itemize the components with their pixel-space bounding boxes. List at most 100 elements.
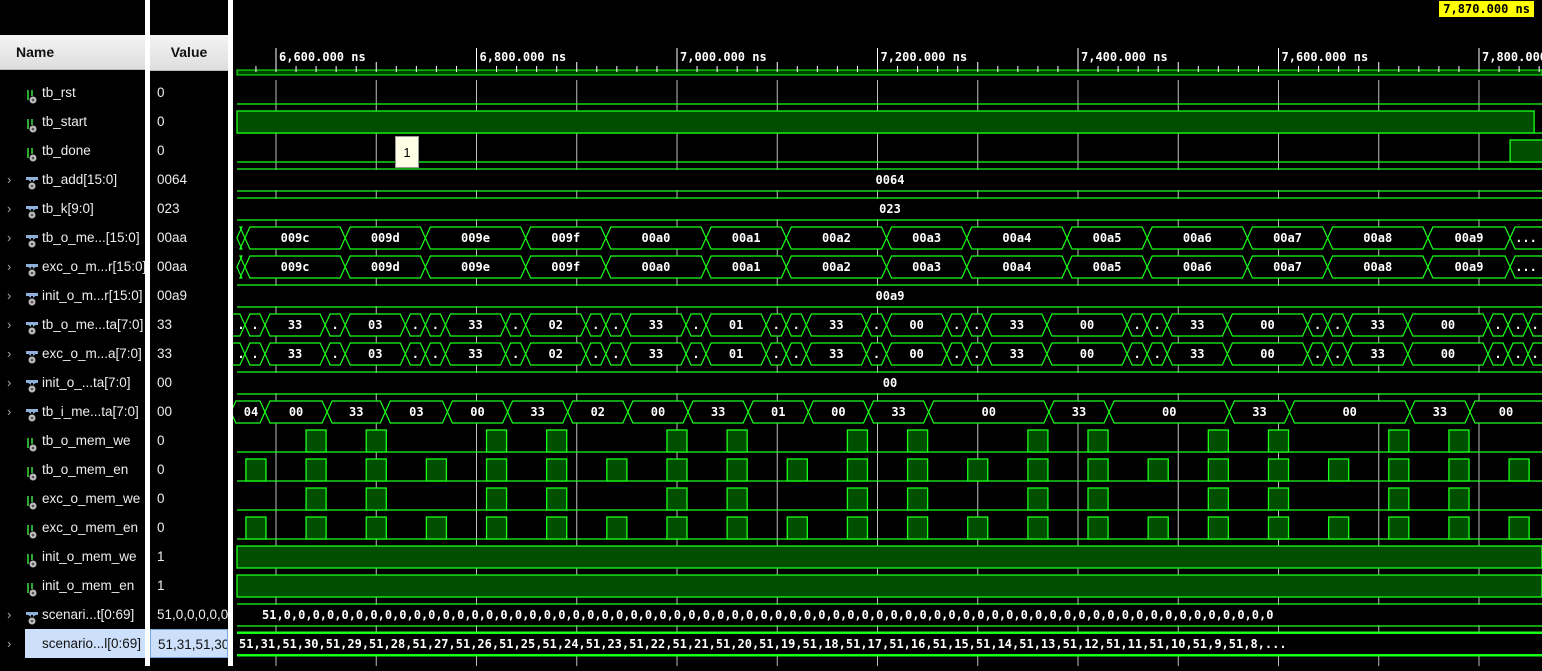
signal-value: 0 <box>157 520 165 535</box>
wave-pulse <box>365 458 387 482</box>
signal-row-5[interactable]: › tb_o_me...[15:0] <box>0 223 145 252</box>
expand-chevron-icon[interactable]: › <box>7 165 11 194</box>
bus-segment-value: 33 <box>1371 347 1385 361</box>
bus-signal-icon <box>25 317 39 335</box>
wave-pulse <box>906 458 929 482</box>
wave-pulse <box>786 516 808 540</box>
bus-segment <box>236 226 246 250</box>
bus-segment-value: 00a0 <box>641 260 670 274</box>
wave-pulse <box>1388 516 1410 540</box>
wave-pulse <box>1027 487 1049 511</box>
bus-segment-value: 00a5 <box>1093 231 1122 245</box>
expand-chevron-icon[interactable]: › <box>7 310 11 339</box>
expand-chevron-icon[interactable]: › <box>7 281 11 310</box>
bus-segment-value: 02 <box>548 347 562 361</box>
signal-row-4[interactable]: › tb_k[9:0] <box>0 194 145 223</box>
bus-segment-value: . <box>1514 318 1521 332</box>
marker-label[interactable]: 1 <box>395 136 419 168</box>
wave-pulse <box>425 458 448 482</box>
bus-segment-value: 03 <box>368 318 382 332</box>
bus-segment-value: 33 <box>1433 405 1447 419</box>
bus-signal-icon <box>25 375 39 393</box>
bus-segment-value: . <box>592 318 599 332</box>
bus-segment-value: 33 <box>468 347 482 361</box>
signal-value: 00aa <box>157 259 188 274</box>
wave-pulse <box>906 487 929 511</box>
bus-segment-value: . <box>793 347 800 361</box>
signal-row-8[interactable]: › tb_o_me...ta[7:0] <box>0 310 145 339</box>
wave-pulse <box>666 487 688 511</box>
signal-row-7[interactable]: › init_o_m...r[15:0] <box>0 281 145 310</box>
signal-row-16[interactable]: init_o_mem_we <box>0 542 145 571</box>
bus-segment-value: 02 <box>591 405 605 419</box>
expand-chevron-icon[interactable]: › <box>7 397 11 426</box>
signal-row-15[interactable]: exc_o_mem_en <box>0 513 145 542</box>
signal-row-13[interactable]: tb_o_mem_en <box>0 455 145 484</box>
bus-signal-icon <box>25 230 39 248</box>
expand-chevron-icon[interactable]: › <box>7 339 11 368</box>
signal-value: 33 <box>157 317 173 332</box>
expand-chevron-icon[interactable]: › <box>7 223 11 252</box>
wave-pulse <box>846 516 869 540</box>
bus-segment-value: 33 <box>530 405 544 419</box>
signal-row-10[interactable]: › init_o_...ta[7:0] <box>0 368 145 397</box>
expand-chevron-icon[interactable]: › <box>7 194 11 223</box>
wave-pulse <box>365 429 387 453</box>
signal-row-19[interactable]: › scenario...l[0:69] <box>0 629 145 658</box>
name-column-header[interactable]: Name <box>0 35 145 70</box>
bus-segment-value: . <box>953 347 960 361</box>
value-column-header[interactable]: Value <box>150 35 228 71</box>
waveform-canvas[interactable]: 6,600.000 ns 6,800.000 ns 7,000.000 ns 7,20… <box>226 0 1542 666</box>
bus-segment-value: 00a7 <box>1273 231 1302 245</box>
bus-segment-value: 00a2 <box>822 231 851 245</box>
wave-pulse <box>1448 487 1470 511</box>
bus-segment-value: ... <box>1515 231 1537 245</box>
signal-row-18[interactable]: › scenari...t[0:69] <box>0 600 145 629</box>
signal-row-9[interactable]: › exc_o_m...a[7:0] <box>0 339 145 368</box>
ruler-label: 7,000.000 ns <box>680 50 767 64</box>
bus-segment-value: . <box>512 318 519 332</box>
wave-pulse <box>485 516 508 540</box>
expand-chevron-icon[interactable]: › <box>7 368 11 397</box>
signal-row-11[interactable]: › tb_i_me...ta[7:0] <box>0 397 145 426</box>
wave-pulse <box>425 516 448 540</box>
bus-signal-icon <box>25 172 39 190</box>
signal-value: 00a9 <box>157 288 188 303</box>
bus-segment-value: 33 <box>1252 405 1266 419</box>
wave-pulse <box>1327 458 1350 482</box>
expand-chevron-icon[interactable]: › <box>7 252 11 281</box>
signal-row-2[interactable]: tb_done <box>0 136 145 165</box>
signal-name-panel: Name tb_rst tb_start tb_done › tb_add[15:0] ›… <box>0 0 145 666</box>
bus-segment-value: 00 <box>1441 318 1455 332</box>
bus-value: 0064 <box>876 173 905 187</box>
bus-segment-value: . <box>1314 318 1321 332</box>
bus-segment-value: 009c <box>281 260 310 274</box>
signal-name: scenario...l[0:69] <box>25 629 145 658</box>
wave-pulse <box>967 516 989 540</box>
wave-pulse <box>365 516 387 540</box>
signal-row-14[interactable]: exc_o_mem_we <box>0 484 145 513</box>
wave-pulse <box>305 516 327 540</box>
expand-chevron-icon[interactable]: › <box>7 629 11 658</box>
expand-chevron-icon[interactable]: › <box>7 600 11 629</box>
signal-row-12[interactable]: tb_o_mem_we <box>0 426 145 455</box>
bus-segment-value: 009c <box>281 231 310 245</box>
bus-segment-value: . <box>432 318 439 332</box>
wave-pulse <box>1207 429 1230 453</box>
bus-segment-value: 00 <box>1260 347 1274 361</box>
bus-segment-value: . <box>612 347 619 361</box>
waveform-area[interactable]: 6,600.000 ns 6,800.000 ns 7,000.000 ns 7,20… <box>226 0 1542 666</box>
bus-segment-value: . <box>512 347 519 361</box>
wave-pulse <box>1207 458 1230 482</box>
bus-segment-value: 00a3 <box>912 231 941 245</box>
bit-signal-icon <box>25 578 39 597</box>
signal-row-3[interactable]: › tb_add[15:0] <box>0 165 145 194</box>
signal-row-0[interactable]: tb_rst <box>0 78 145 107</box>
signal-row-17[interactable]: init_o_mem_en <box>0 571 145 600</box>
wave-pulse <box>1267 429 1290 453</box>
bus-segment-value: 33 <box>829 347 843 361</box>
signal-row-6[interactable]: › exc_o_m...r[15:0] <box>0 252 145 281</box>
signal-row-1[interactable]: tb_start <box>0 107 145 136</box>
bus-segment <box>236 255 246 279</box>
wave-pulse <box>1027 429 1049 453</box>
